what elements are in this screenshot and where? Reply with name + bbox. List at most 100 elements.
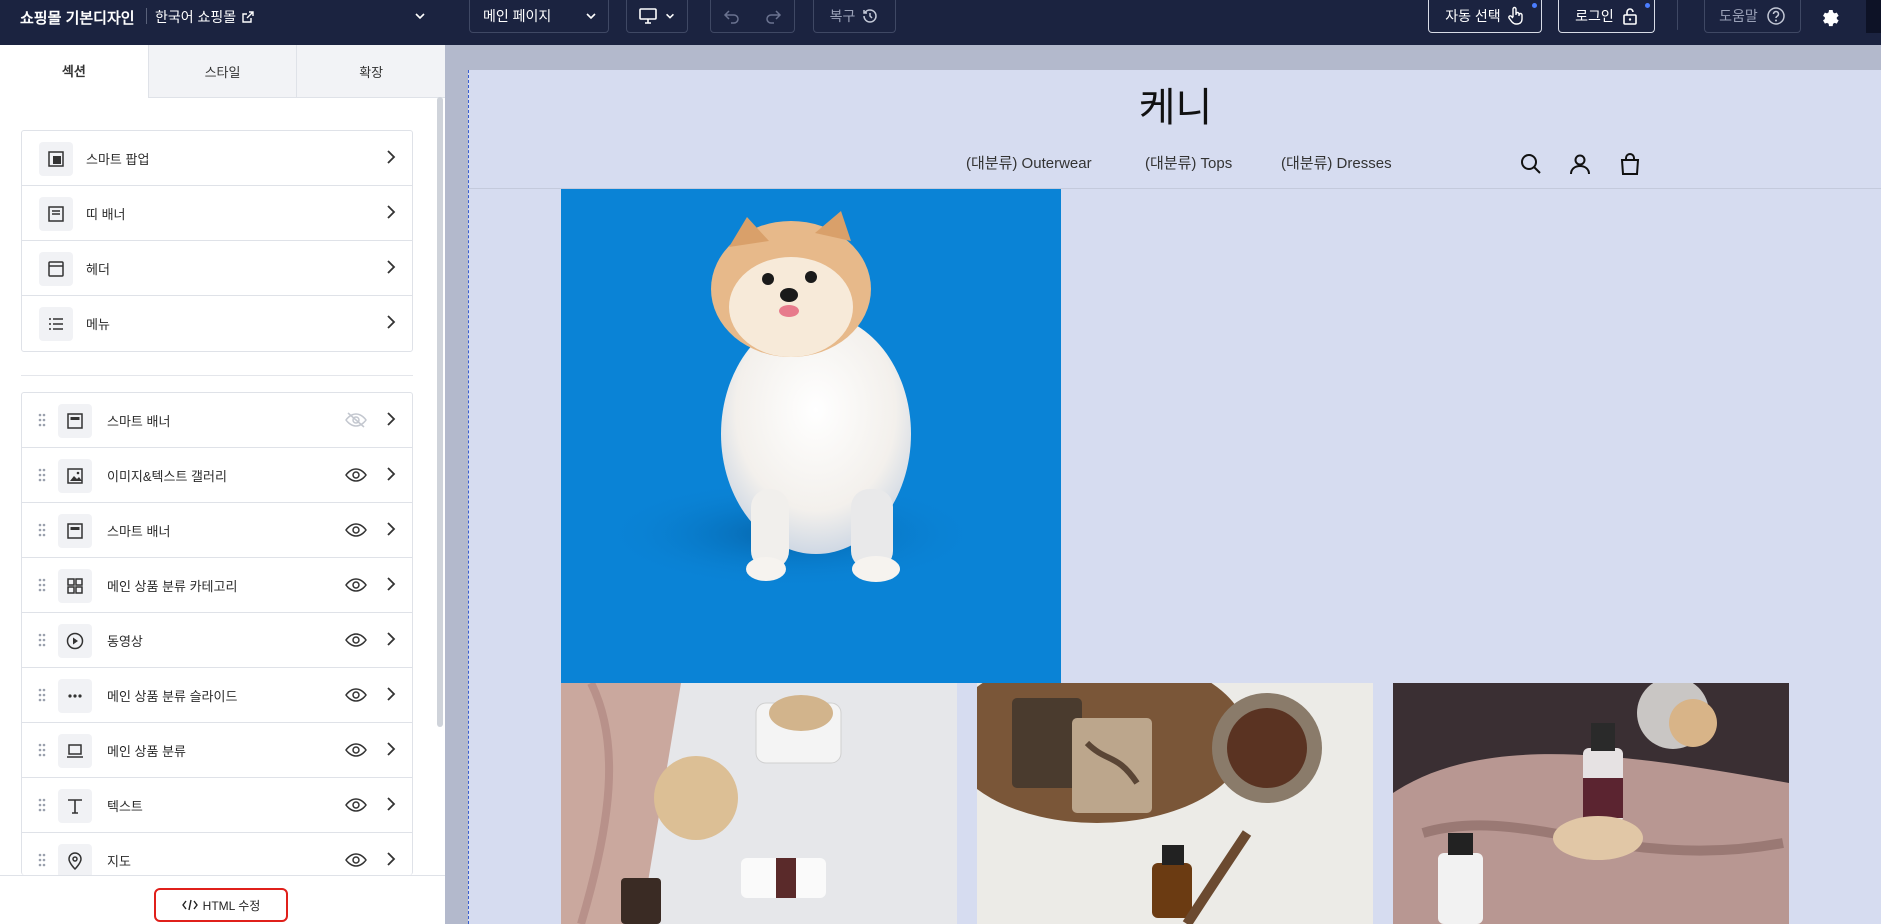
- play-icon: [58, 624, 92, 658]
- auto-select-button[interactable]: 자동 선택: [1428, 0, 1542, 33]
- strip-banner-icon: [39, 197, 73, 231]
- cosmetics-photo: [561, 683, 957, 924]
- device-select[interactable]: [626, 0, 688, 33]
- eye-icon[interactable]: [345, 796, 367, 814]
- section-item-header[interactable]: 헤더: [22, 241, 412, 296]
- divider: [146, 8, 147, 24]
- eye-icon[interactable]: [345, 576, 367, 594]
- nav-item-tops[interactable]: (대분류) Tops: [1145, 152, 1232, 173]
- top-bar: 쇼핑몰 기본디자인 한국어 쇼핑몰 메인 페이지 복구 자동 선택 로그인 도움…: [0, 0, 1881, 45]
- help-label: 도움말: [1719, 8, 1758, 24]
- nav-item-dresses[interactable]: (대분류) Dresses: [1281, 152, 1392, 173]
- eye-icon[interactable]: [345, 851, 367, 869]
- gallery-image-cosmetics-3[interactable]: [1393, 683, 1789, 924]
- notification-dot: [1532, 3, 1537, 8]
- gear-icon[interactable]: [1818, 5, 1840, 27]
- section-item-label: 메인 상품 분류 카테고리: [107, 578, 238, 594]
- chevron-right-icon: [387, 205, 396, 219]
- section-item-main-category[interactable]: 메인 상품 분류 카테고리: [22, 558, 412, 613]
- editor-canvas: 케니 (대분류) Outerwear (대분류) Tops (대분류) Dres…: [445, 45, 1881, 924]
- drag-handle-icon[interactable]: [38, 687, 46, 703]
- chevron-right-icon: [387, 315, 396, 329]
- eye-icon[interactable]: [345, 741, 367, 759]
- drag-handle-icon[interactable]: [38, 797, 46, 813]
- section-item-main-products[interactable]: 메인 상품 분류: [22, 723, 412, 778]
- drag-handle-icon[interactable]: [38, 742, 46, 758]
- chevron-right-icon: [387, 632, 396, 646]
- drag-handle-icon[interactable]: [38, 522, 46, 538]
- section-item-label: 스마트 배너: [107, 523, 171, 539]
- grid-icon: [58, 569, 92, 603]
- drag-handle-icon[interactable]: [38, 467, 46, 483]
- eye-icon[interactable]: [345, 631, 367, 649]
- chevron-right-icon: [387, 467, 396, 481]
- drag-handle-icon[interactable]: [38, 632, 46, 648]
- external-link-icon: [242, 11, 254, 23]
- store-logo-title[interactable]: 케니: [469, 75, 1881, 133]
- eye-icon[interactable]: [345, 521, 367, 539]
- sidebar: 섹션 스타일 확장 스마트 팝업 띠 배너 헤더 메뉴 스마트 배너 이미지&텍…: [0, 45, 446, 924]
- section-item-label: 메인 상품 분류: [107, 743, 186, 759]
- divider: [21, 375, 413, 376]
- drag-handle-icon[interactable]: [38, 412, 46, 428]
- section-item-smart-popup[interactable]: 스마트 팝업: [22, 131, 412, 186]
- soap-photo: [977, 683, 1373, 924]
- sidebar-scrollbar[interactable]: [437, 97, 443, 727]
- help-button[interactable]: 도움말: [1704, 0, 1801, 33]
- sidebar-footer: HTML 수정: [0, 875, 445, 924]
- shopping-bag-icon[interactable]: [1618, 152, 1642, 176]
- section-item-label: 텍스트: [107, 798, 143, 814]
- banner-image-dog[interactable]: [561, 189, 1061, 683]
- section-item-video[interactable]: 동영상: [22, 613, 412, 668]
- restore-button[interactable]: 복구: [813, 0, 896, 33]
- drag-handle-icon[interactable]: [38, 852, 46, 868]
- chevron-down-icon: [666, 13, 674, 19]
- menu-list-icon: [39, 307, 73, 341]
- section-item-main-slide[interactable]: 메인 상품 분류 슬라이드: [22, 668, 412, 723]
- page-preview[interactable]: 케니 (대분류) Outerwear (대분류) Tops (대분류) Dres…: [468, 70, 1881, 924]
- eye-icon[interactable]: [345, 466, 367, 484]
- section-item-image-text-gallery[interactable]: 이미지&텍스트 갤러리: [22, 448, 412, 503]
- tab-extension[interactable]: 확장: [296, 45, 446, 98]
- html-edit-button[interactable]: HTML 수정: [154, 888, 288, 922]
- user-icon[interactable]: [1568, 152, 1592, 176]
- redo-icon[interactable]: [764, 7, 782, 25]
- gallery-image-cosmetics-1[interactable]: [561, 683, 957, 924]
- laptop-icon: [58, 734, 92, 768]
- section-item-text[interactable]: 텍스트: [22, 778, 412, 833]
- section-item-map[interactable]: 지도: [22, 833, 412, 875]
- section-item-label: 스마트 배너: [107, 413, 171, 429]
- section-item-strip-banner[interactable]: 띠 배너: [22, 186, 412, 241]
- header-icon: [39, 252, 73, 286]
- undo-redo-group: [710, 0, 795, 33]
- gallery-image-cosmetics-2[interactable]: [977, 683, 1373, 924]
- sidebar-tabs: 섹션 스타일 확장: [0, 45, 446, 98]
- tab-section[interactable]: 섹션: [0, 45, 148, 98]
- section-item-smart-banner[interactable]: 스마트 배너: [22, 393, 412, 448]
- chevron-right-icon: [387, 260, 396, 274]
- eye-icon[interactable]: [345, 686, 367, 704]
- chevron-down-icon[interactable]: [413, 9, 427, 23]
- language-label: 한국어 쇼핑몰: [155, 9, 237, 25]
- section-item-smart-banner[interactable]: 스마트 배너: [22, 503, 412, 558]
- section-item-label: 띠 배너: [86, 206, 126, 222]
- section-item-label: 동영상: [107, 633, 143, 649]
- section-item-label: 헤더: [86, 261, 110, 277]
- chevron-right-icon: [387, 412, 396, 426]
- map-pin-icon: [58, 844, 92, 875]
- nav-item-outerwear[interactable]: (대분류) Outerwear: [966, 152, 1092, 173]
- drag-handle-icon[interactable]: [38, 577, 46, 593]
- popup-icon: [39, 142, 73, 176]
- undo-icon[interactable]: [723, 7, 741, 25]
- login-button[interactable]: 로그인: [1558, 0, 1655, 33]
- search-icon[interactable]: [1519, 152, 1543, 176]
- eye-off-icon[interactable]: [345, 411, 367, 429]
- tab-style[interactable]: 스타일: [147, 45, 297, 98]
- page-select-value: 메인 페이지: [483, 8, 552, 24]
- page-select[interactable]: 메인 페이지: [469, 0, 609, 33]
- login-label: 로그인: [1575, 8, 1614, 24]
- section-item-menu[interactable]: 메뉴: [22, 296, 412, 351]
- section-item-label: 메인 상품 분류 슬라이드: [107, 688, 238, 704]
- notification-dot: [1645, 3, 1650, 8]
- language-link[interactable]: 한국어 쇼핑몰: [155, 7, 254, 27]
